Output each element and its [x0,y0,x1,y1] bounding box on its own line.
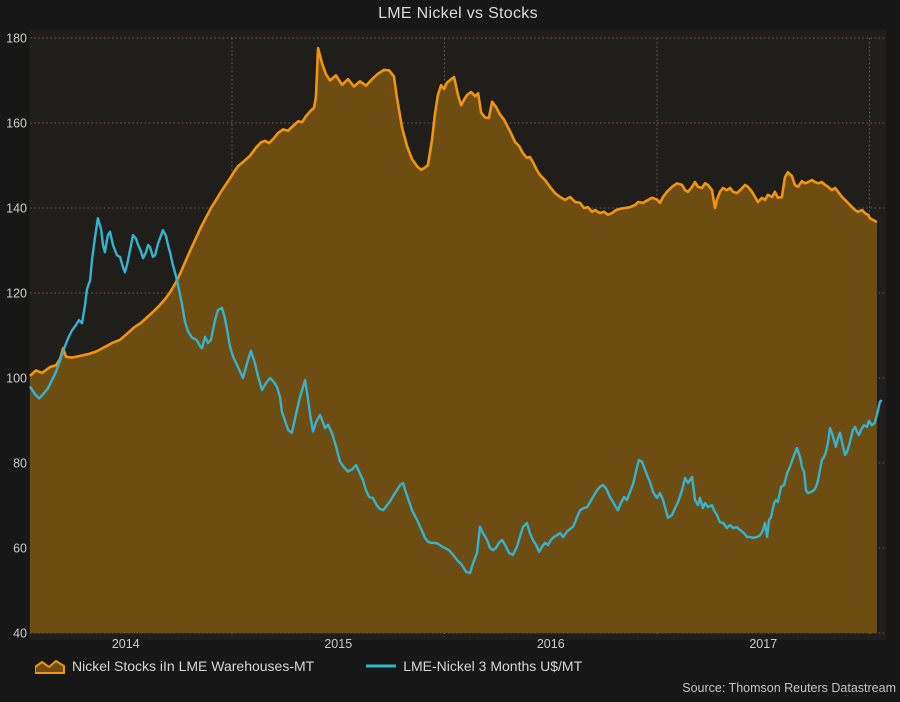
area-swatch-icon [35,658,65,674]
y-axis-tick-label: 100 [6,372,27,386]
y-axis-tick-label: 140 [6,202,27,216]
chart-canvas: 180 160 140 120 100 80 60 40 2014 2015 2016 2017 [0,0,900,702]
x-axis-tick-label: 2014 [112,637,140,651]
x-axis-tick-label: 2015 [324,637,352,651]
y-axis-tick-label: 160 [6,117,27,131]
series-layer [30,48,882,633]
legend-label-stocks: Nickel Stocks iIn LME Warehouses-MT [72,658,314,674]
stocks-area-fill [30,48,877,633]
legend-item-price: LME-Nickel 3 Months U$/MT [366,658,582,674]
source-credit: Source: Thomson Reuters Datastream [682,681,896,695]
y-axis-tick-label: 60 [13,542,27,556]
y-axis-tick-label: 120 [6,287,27,301]
x-axis-tick-label: 2016 [537,637,565,651]
y-axis-tick-label: 80 [13,457,27,471]
x-axis-tick-label: 2017 [749,637,777,651]
y-axis-tick-label: 40 [13,627,27,641]
legend: Nickel Stocks iIn LME Warehouses-MT LME-… [35,655,582,677]
legend-label-price: LME-Nickel 3 Months U$/MT [403,658,582,674]
legend-item-stocks: Nickel Stocks iIn LME Warehouses-MT [35,658,314,674]
chart-title: LME Nickel vs Stocks [30,5,886,23]
y-axis-tick-label: 180 [6,32,27,46]
line-swatch-icon [366,658,396,674]
